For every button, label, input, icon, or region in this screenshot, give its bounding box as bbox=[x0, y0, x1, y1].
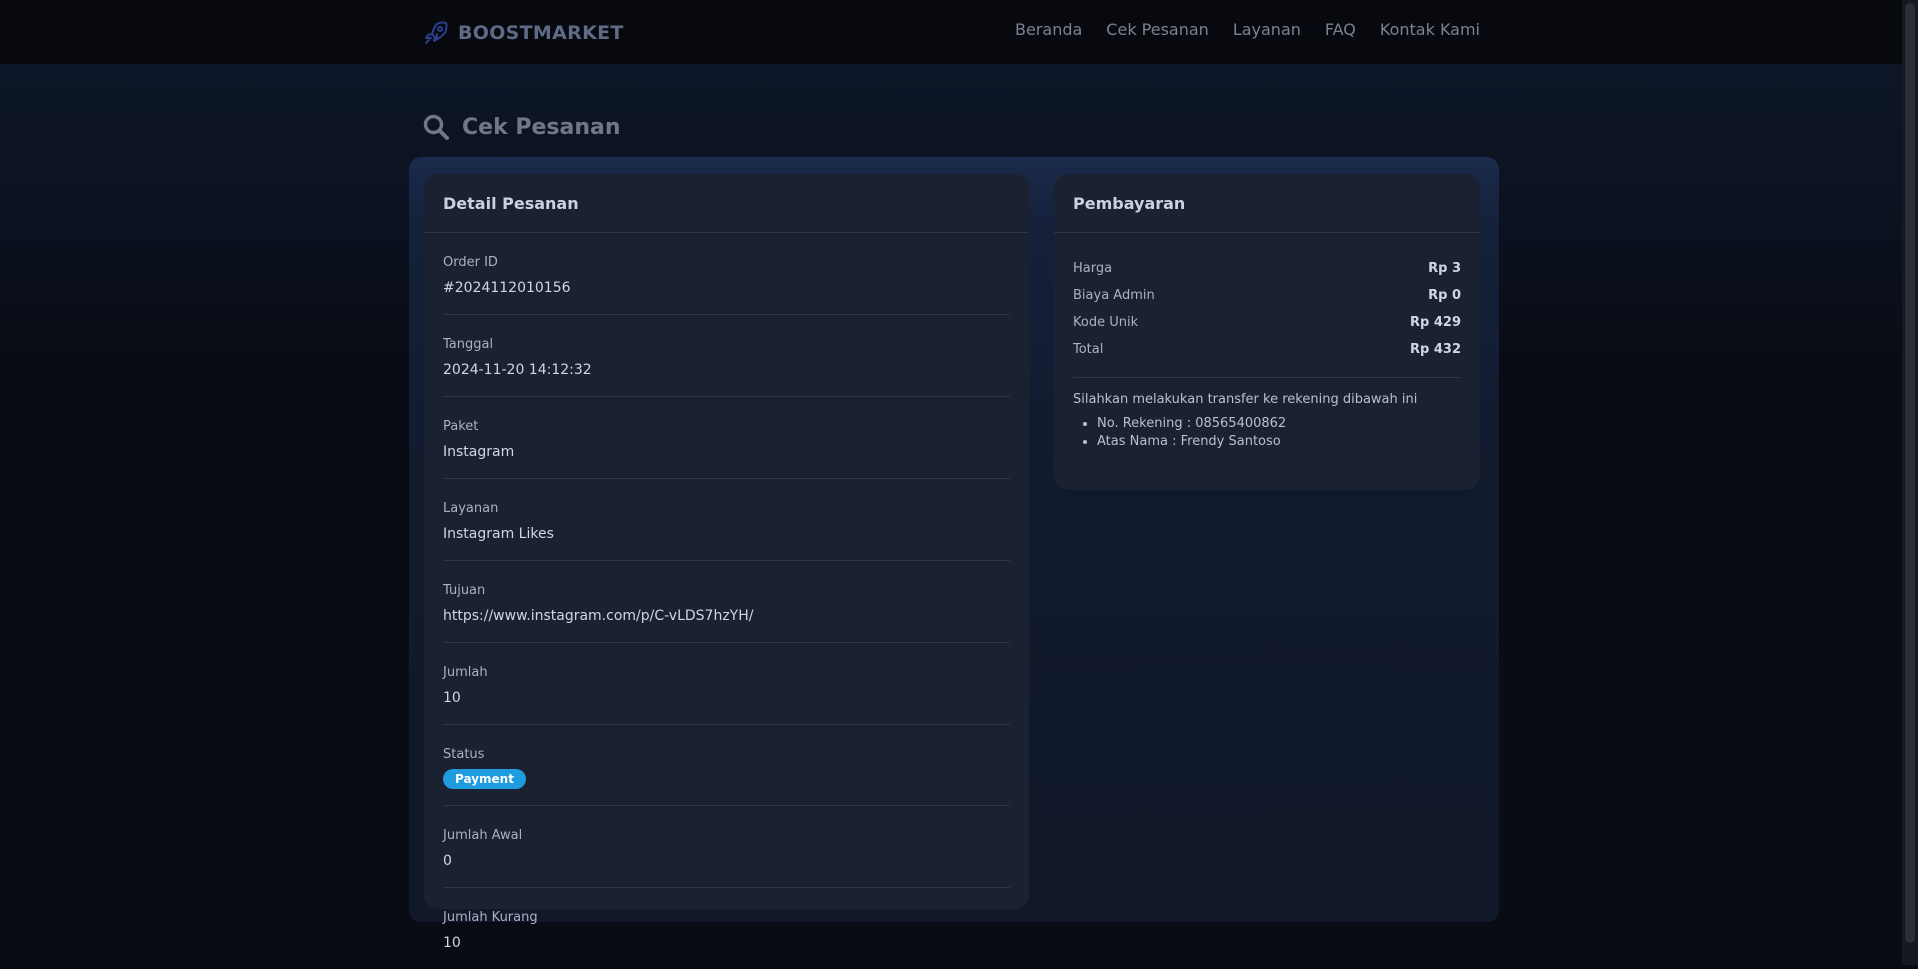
payment-label: Harga bbox=[1073, 261, 1113, 276]
field-jumlah-awal: Jumlah Awal 0 bbox=[443, 806, 1010, 888]
field-tujuan: Tujuan https://www.instagram.com/p/C-vLD… bbox=[443, 561, 1010, 643]
field-status: Status Payment bbox=[443, 725, 1010, 806]
payment-value: Rp 3 bbox=[1428, 261, 1461, 276]
divider bbox=[1073, 377, 1461, 378]
field-label: Layanan bbox=[443, 501, 499, 516]
rocket-icon bbox=[425, 21, 448, 44]
field-value: 10 bbox=[443, 935, 461, 951]
field-label: Order ID bbox=[443, 255, 498, 270]
field-jumlah-kurang: Jumlah Kurang 10 bbox=[443, 888, 1010, 969]
scrollbar-thumb[interactable] bbox=[1905, 3, 1915, 943]
field-jumlah: Jumlah 10 bbox=[443, 643, 1010, 725]
field-label: Tanggal bbox=[443, 337, 494, 352]
payment-card: Pembayaran Harga Rp 3 Biaya Admin Rp 0 K… bbox=[1054, 174, 1480, 490]
field-value: Instagram Likes bbox=[443, 526, 554, 542]
field-value: https://www.instagram.com/p/C-vLDS7hzYH/ bbox=[443, 608, 754, 624]
field-value: 2024-11-20 14:12:32 bbox=[443, 362, 592, 378]
order-container: Detail Pesanan Order ID #2024112010156 T… bbox=[409, 157, 1499, 951]
field-tanggal: Tanggal 2024-11-20 14:12:32 bbox=[443, 315, 1010, 397]
nav-link-layanan[interactable]: Layanan bbox=[1233, 20, 1301, 39]
field-value: 0 bbox=[443, 853, 452, 869]
field-label: Paket bbox=[443, 419, 479, 434]
field-order-id: Order ID #2024112010156 bbox=[443, 233, 1010, 315]
payment-row-total: Total Rp 432 bbox=[1073, 336, 1461, 363]
page-header: Cek Pesanan bbox=[422, 113, 621, 141]
field-label: Jumlah bbox=[443, 665, 488, 680]
field-label: Jumlah Kurang bbox=[443, 910, 538, 925]
payment-value: Rp 432 bbox=[1410, 342, 1461, 357]
field-label: Status bbox=[443, 747, 485, 762]
brand[interactable]: BOOSTMARKET bbox=[422, 18, 624, 48]
nav-menu: Beranda Cek Pesanan Layanan FAQ Kontak K… bbox=[1015, 20, 1480, 39]
order-detail-card: Detail Pesanan Order ID #2024112010156 T… bbox=[424, 174, 1029, 951]
transfer-instruction: Silahkan melakukan transfer ke rekening … bbox=[1073, 392, 1418, 407]
brand-name: BOOSTMARKET bbox=[458, 22, 624, 44]
navbar: BOOSTMARKET Beranda Cek Pesanan Layanan … bbox=[0, 0, 1902, 65]
payment-title: Pembayaran bbox=[1054, 174, 1480, 233]
payment-label: Total bbox=[1073, 342, 1104, 357]
nav-link-faq[interactable]: FAQ bbox=[1325, 20, 1356, 39]
payment-body: Harga Rp 3 Biaya Admin Rp 0 Kode Unik Rp… bbox=[1054, 233, 1480, 451]
field-label: Tujuan bbox=[443, 583, 486, 598]
field-label: Jumlah Awal bbox=[443, 828, 523, 843]
search-icon bbox=[423, 114, 449, 140]
payment-value: Rp 429 bbox=[1410, 315, 1461, 330]
payment-label: Kode Unik bbox=[1073, 315, 1139, 330]
field-layanan: Layanan Instagram Likes bbox=[443, 479, 1010, 561]
account-list: No. Rekening : 08565400862 Atas Nama : F… bbox=[1073, 415, 1461, 451]
field-value: Instagram bbox=[443, 444, 515, 460]
payment-row-biaya-admin: Biaya Admin Rp 0 bbox=[1073, 282, 1461, 309]
nav-link-kontak-kami[interactable]: Kontak Kami bbox=[1380, 20, 1480, 39]
payment-row-harga: Harga Rp 3 bbox=[1073, 255, 1461, 282]
payment-row-kode-unik: Kode Unik Rp 429 bbox=[1073, 309, 1461, 336]
nav-link-beranda[interactable]: Beranda bbox=[1015, 20, 1082, 39]
payment-value: Rp 0 bbox=[1428, 288, 1461, 303]
status-badge: Payment bbox=[443, 769, 526, 789]
page-title: Cek Pesanan bbox=[462, 114, 621, 140]
field-value: 10 bbox=[443, 690, 461, 706]
payment-label: Biaya Admin bbox=[1073, 288, 1155, 303]
order-detail-title: Detail Pesanan bbox=[424, 174, 1029, 233]
field-paket: Paket Instagram bbox=[443, 397, 1010, 479]
account-name: Atas Nama : Frendy Santoso bbox=[1097, 433, 1461, 451]
field-value: #2024112010156 bbox=[443, 280, 571, 296]
scrollbar[interactable] bbox=[1902, 0, 1918, 965]
account-number: No. Rekening : 08565400862 bbox=[1097, 415, 1461, 433]
nav-link-cek-pesanan[interactable]: Cek Pesanan bbox=[1106, 20, 1209, 39]
